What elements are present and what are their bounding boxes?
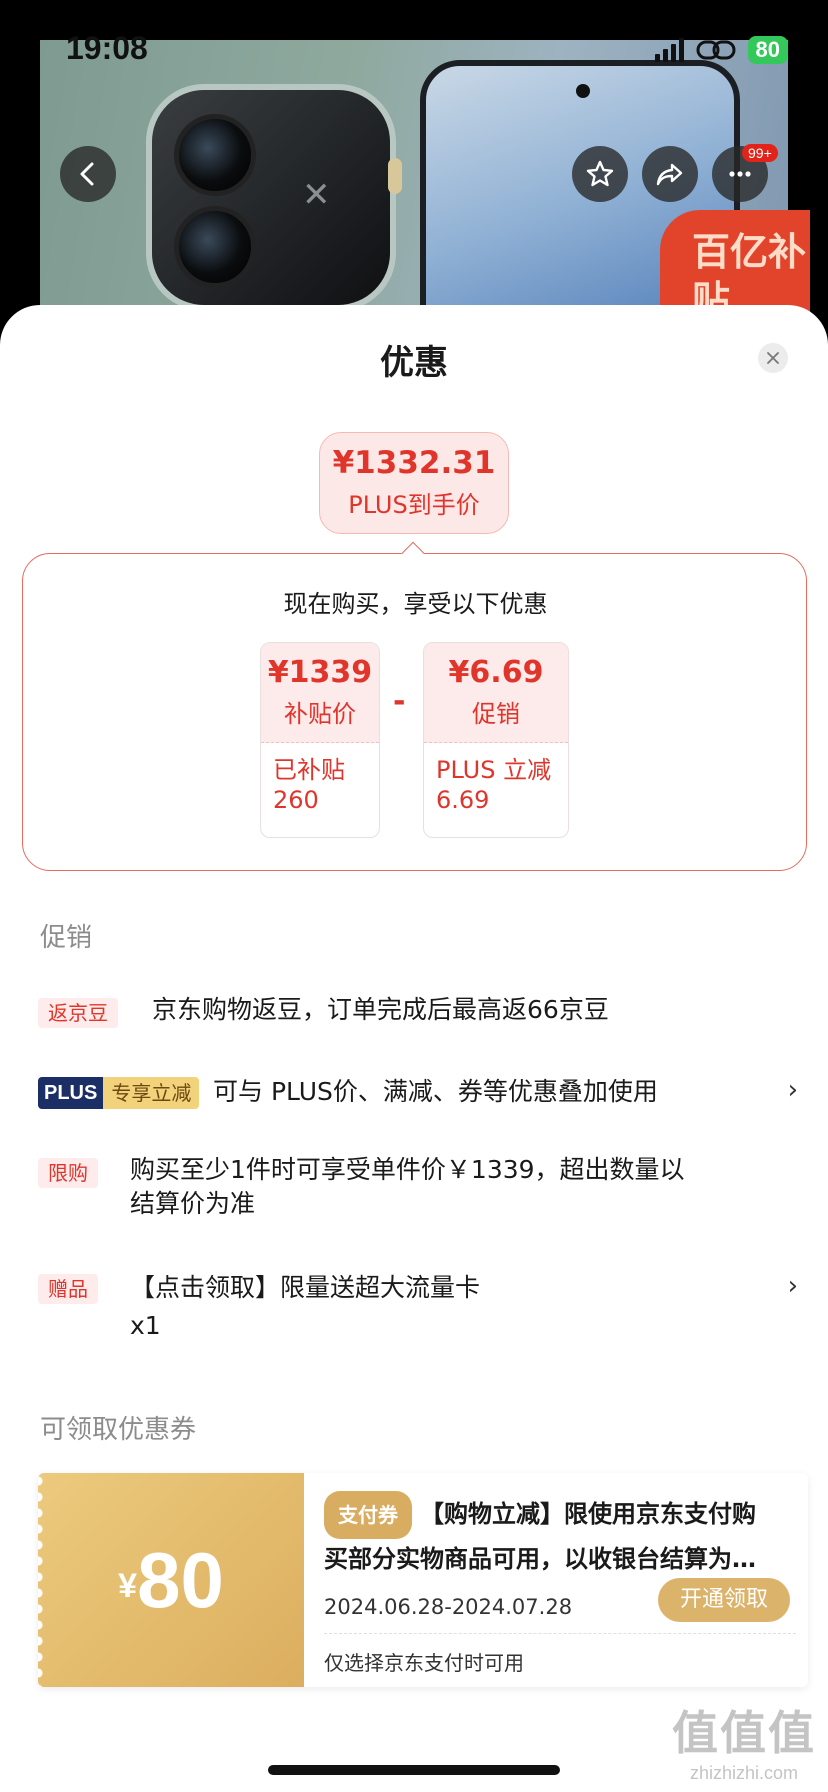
promo-text: 京东购物返豆，订单完成后最高返66京豆 bbox=[152, 995, 609, 1024]
coupon-desc: 【购物立减】限使用京东支付购 bbox=[420, 1500, 756, 1528]
promo-tag: 赠品 bbox=[38, 1274, 98, 1304]
back-button[interactable] bbox=[60, 146, 116, 202]
coupon-claim-button[interactable]: 开通领取 bbox=[658, 1578, 790, 1622]
coupon-type-chip: 支付券 bbox=[324, 1491, 412, 1539]
card-label: 补贴价 bbox=[284, 700, 356, 728]
share-icon bbox=[656, 163, 683, 186]
final-price-caption: PLUS到手价 bbox=[348, 491, 480, 519]
final-price-box: ¥1332.31 PLUS到手价 bbox=[319, 432, 509, 534]
promo-text: 【点击领取】限量送超大流量卡 x1 bbox=[130, 1273, 481, 1340]
discount-sheet: 优惠 ¥1332.31 PLUS到手价 现在购买，享受以下优惠 ¥1339 补贴… bbox=[0, 305, 828, 1792]
card-detail: PLUS 立减 bbox=[436, 756, 552, 784]
minus-operator: - bbox=[393, 684, 406, 719]
promo-tag: 返京豆 bbox=[38, 998, 118, 1028]
camera-lens bbox=[174, 206, 256, 288]
close-icon bbox=[767, 352, 779, 364]
card-detail-value: 260 bbox=[273, 786, 319, 814]
promo-text: 购买至少1件时可享受单件价￥1339，超出数量以 结算价为准 bbox=[130, 1155, 685, 1218]
chevron-left-icon bbox=[80, 162, 94, 186]
final-price: ¥1332.31 bbox=[332, 445, 496, 481]
home-indicator[interactable] bbox=[268, 1765, 560, 1775]
promo-row-jingdou: 返京豆 京东购物返豆，订单完成后最高返66京豆 bbox=[38, 995, 798, 1035]
chevron-right-icon: › bbox=[787, 1271, 798, 1301]
price-breakdown: 现在购买，享受以下优惠 ¥1339 补贴价 已补贴 260 - ¥6.69 促销… bbox=[22, 553, 807, 871]
card-detail-value: 6.69 bbox=[436, 786, 490, 814]
card-value: ¥6.69 bbox=[448, 655, 544, 690]
promo-text: 可与 PLUS价、满减、券等优惠叠加使用 bbox=[213, 1077, 658, 1106]
more-dots-icon bbox=[729, 171, 751, 177]
coupon-note: 仅选择京东支付时可用 bbox=[324, 1651, 524, 1675]
promo-row-plus[interactable]: PLUS 专享立减 可与 PLUS价、满减、券等优惠叠加使用 › bbox=[38, 1075, 798, 1115]
battery-indicator: 80 bbox=[747, 36, 788, 64]
status-icons: 80 bbox=[654, 36, 788, 64]
promotions-section-title: 促销 bbox=[40, 923, 93, 953]
star-icon bbox=[586, 160, 614, 187]
coupon-divider bbox=[324, 1633, 796, 1634]
card-detail: 已补贴 bbox=[273, 756, 345, 784]
promo-row-gift[interactable]: 赠品 【点击领取】限量送超大流量卡 x1 › bbox=[38, 1271, 798, 1343]
signal-icon bbox=[654, 38, 684, 62]
favorite-button[interactable] bbox=[572, 146, 628, 202]
card-label: 促销 bbox=[472, 700, 520, 728]
status-time: 19:08 bbox=[66, 30, 148, 66]
coupon-amount: ¥80 bbox=[118, 1535, 224, 1624]
notification-badge: 99+ bbox=[742, 144, 778, 162]
watermark: 值值值 zhizhizhi.com bbox=[672, 1706, 816, 1783]
link-icon bbox=[696, 40, 736, 60]
plus-tag-badge: PLUS bbox=[38, 1077, 104, 1109]
card-value: ¥1339 bbox=[267, 655, 373, 690]
camera-flash bbox=[388, 158, 402, 194]
share-button[interactable] bbox=[642, 146, 698, 202]
subsidy-price-card: ¥1339 补贴价 已补贴 260 bbox=[260, 642, 380, 838]
breakdown-title: 现在购买，享受以下优惠 bbox=[283, 590, 548, 618]
coupon-amount-panel: ¥80 bbox=[38, 1473, 304, 1687]
coupons-section-title: 可领取优惠券 bbox=[40, 1415, 197, 1445]
coupon-desc-line2: 买部分实物商品可用，以收银台结算为… bbox=[324, 1545, 756, 1573]
status-bar: 19:08 80 bbox=[0, 0, 828, 100]
promo-tag: 限购 bbox=[38, 1158, 98, 1188]
chevron-right-icon: › bbox=[787, 1075, 798, 1105]
promotion-card: ¥6.69 促销 PLUS 立减 6.69 bbox=[423, 642, 569, 838]
plus-tag-label: 专享立减 bbox=[103, 1077, 200, 1109]
coupon-card: ¥80 支付券 【购物立减】限使用京东支付购 买部分实物商品可用，以收银台结算为…… bbox=[38, 1473, 808, 1687]
close-button[interactable] bbox=[758, 343, 788, 373]
brand-mark-icon: ✕ bbox=[302, 175, 331, 215]
coupon-info: 支付券 【购物立减】限使用京东支付购 买部分实物商品可用，以收银台结算为… bbox=[324, 1491, 794, 1579]
camera-module-graphic: ✕ bbox=[152, 90, 390, 305]
camera-lens bbox=[174, 114, 256, 196]
promo-row-limit: 限购 购买至少1件时可享受单件价￥1339，超出数量以 结算价为准 bbox=[38, 1155, 798, 1227]
plus-tag: PLUS 专享立减 bbox=[38, 1077, 200, 1109]
sheet-title: 优惠 bbox=[380, 343, 448, 383]
coupon-date-range: 2024.06.28-2024.07.28 bbox=[324, 1595, 573, 1619]
